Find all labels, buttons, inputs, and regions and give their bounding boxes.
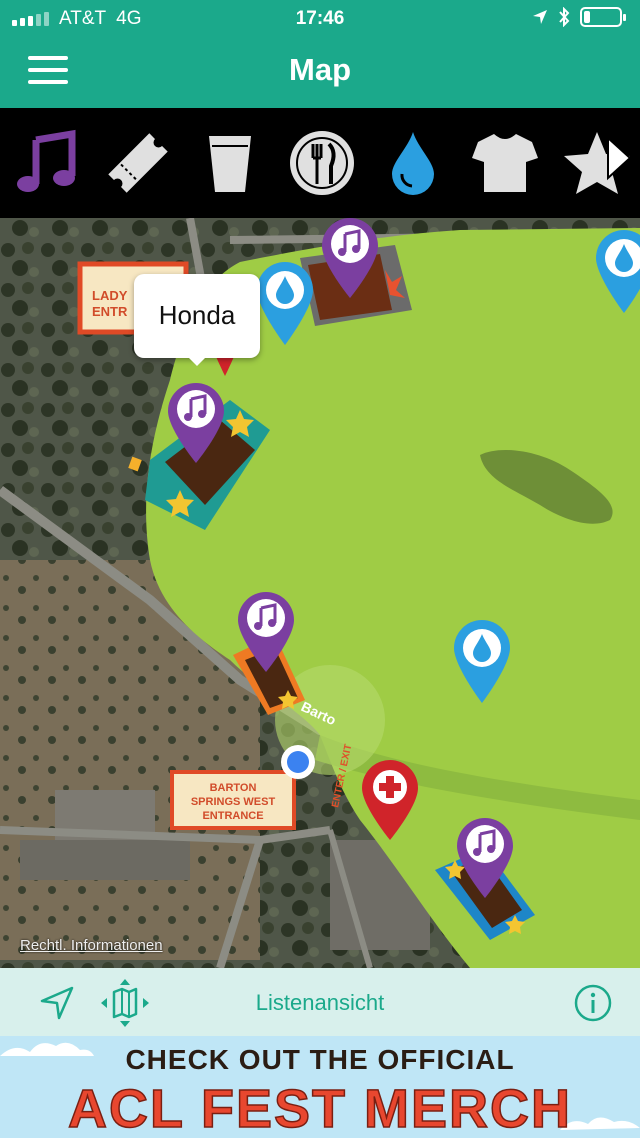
barton-springs-west-entrance-sign: BARTON SPRINGS WEST ENTRANCE <box>170 770 296 830</box>
svg-text:ENTR: ENTR <box>92 304 128 319</box>
star-icon[interactable] <box>562 128 632 198</box>
info-icon[interactable] <box>574 984 612 1022</box>
svg-text:LADY: LADY <box>92 288 128 303</box>
banner-line-1: CHECK OUT THE OFFICIAL <box>125 1044 515 1075</box>
page-title: Map <box>289 52 351 87</box>
app-header: AT&T 4G 17:46 Map <box>0 0 640 108</box>
map-toolbar: Listenansicht <box>0 968 640 1036</box>
music-note-icon[interactable] <box>12 128 82 198</box>
list-view-button[interactable]: Listenansicht <box>0 990 640 1016</box>
svg-text:BARTON: BARTON <box>210 782 257 794</box>
map-canvas[interactable]: LADY ENTR BARTON SPRINGS WEST ENTRANCE E… <box>0 218 640 968</box>
tooltip-label: Honda <box>158 300 236 330</box>
merch-banner-ad[interactable]: CHECK OUT THE OFFICIAL ACL FEST MERCH <box>0 1036 640 1138</box>
ticket-icon[interactable] <box>103 128 173 198</box>
legal-info-link[interactable]: Rechtl. Informationen <box>20 937 163 954</box>
tshirt-icon[interactable] <box>470 128 540 198</box>
bluetooth-icon <box>559 7 570 27</box>
svg-text:ENTRANCE: ENTRANCE <box>202 810 263 822</box>
battery-icon <box>580 7 626 27</box>
festival-map[interactable]: LADY ENTR BARTON SPRINGS WEST ENTRANCE E… <box>0 218 640 968</box>
category-filter-bar <box>0 108 640 218</box>
cup-icon[interactable] <box>195 128 265 198</box>
svg-text:SPRINGS WEST: SPRINGS WEST <box>191 796 276 808</box>
water-drop-icon[interactable] <box>378 128 448 198</box>
status-bar: AT&T 4G 17:46 <box>0 0 640 36</box>
banner-line-2: ACL FEST MERCH <box>67 1078 572 1138</box>
plate-fork-knife-icon[interactable] <box>287 128 357 198</box>
map-tooltip[interactable]: Honda <box>134 274 260 366</box>
location-arrow-icon <box>533 10 547 24</box>
